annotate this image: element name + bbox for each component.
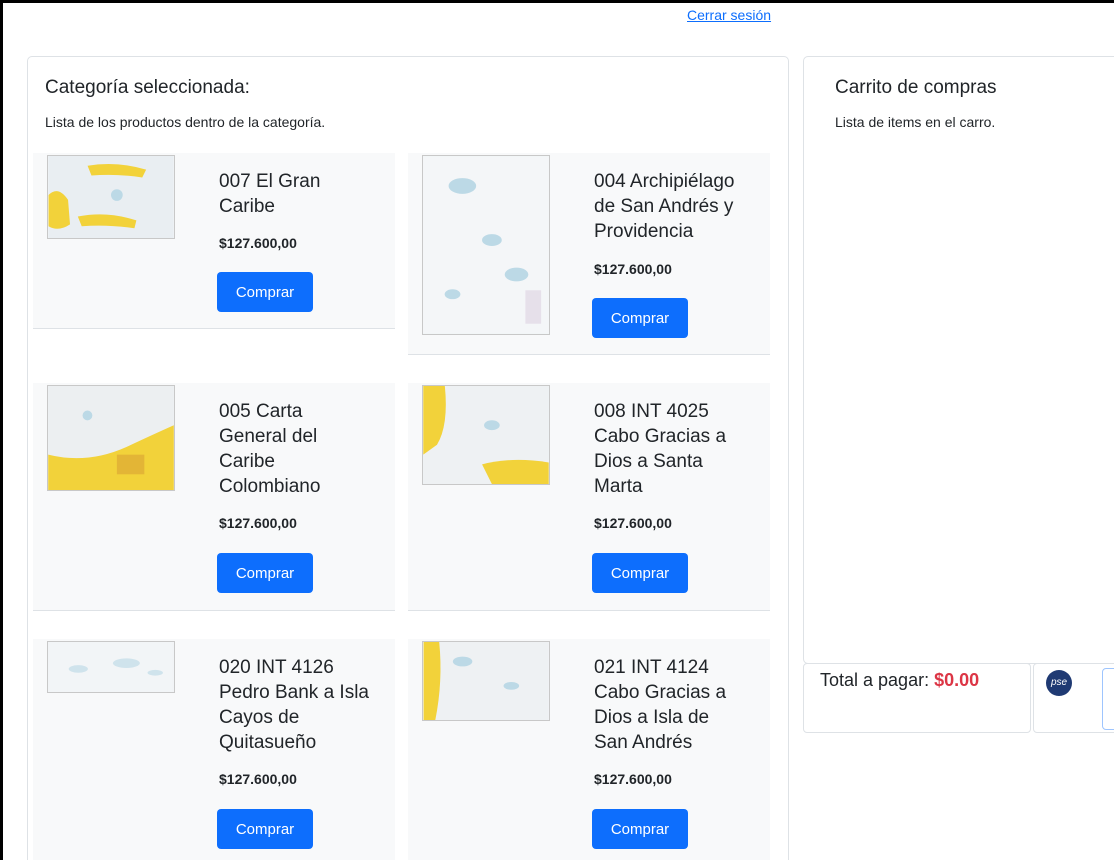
product-price: $127.600,00 — [594, 771, 672, 787]
product-card: 008 INT 4025 Cabo Gracias a Dios a Santa… — [408, 383, 770, 611]
product-image[interactable] — [422, 155, 550, 335]
product-price: $127.600,00 — [219, 515, 297, 531]
nautical-chart-image — [423, 642, 549, 720]
buy-button[interactable]: Comprar — [217, 553, 313, 593]
product-name: 007 El Gran Caribe — [219, 171, 321, 217]
total-line: Total a pagar: $0.00 — [820, 670, 979, 691]
category-subtitle: Lista de los productos dentro de la cate… — [45, 114, 326, 130]
product-image[interactable] — [47, 385, 175, 491]
total-label: Total a pagar: — [820, 670, 930, 690]
buy-button[interactable]: Comprar — [592, 298, 688, 338]
category-title: Categoría seleccionada: — [45, 77, 250, 98]
product-card: 007 El Gran Caribe $127.600,00 Comprar — [33, 153, 395, 329]
nautical-chart-image — [423, 156, 549, 334]
buy-button[interactable]: Comprar — [592, 809, 688, 849]
product-image[interactable] — [422, 385, 550, 485]
payment-box: pse — [1033, 663, 1114, 733]
logout-link[interactable]: Cerrar sesión — [687, 7, 771, 23]
pse-logo-icon[interactable]: pse — [1046, 670, 1072, 696]
buy-button[interactable]: Comprar — [592, 553, 688, 593]
total-value: $0.00 — [934, 670, 980, 690]
product-price: $127.600,00 — [594, 261, 672, 277]
product-image[interactable] — [47, 641, 175, 693]
product-image[interactable] — [422, 641, 550, 721]
product-card: 021 INT 4124 Cabo Gracias a Dios a Isla … — [408, 639, 770, 860]
product-price: $127.600,00 — [594, 515, 672, 531]
buy-button[interactable]: Comprar — [217, 272, 313, 312]
total-box: Total a pagar: $0.00 — [803, 663, 1031, 733]
nautical-chart-image — [48, 156, 174, 238]
cart-subtitle: Lista de items en el carro. — [835, 114, 996, 130]
product-name: 020 INT 4126 Pedro Bank a Isla Cayos de … — [219, 657, 369, 753]
product-card: 004 Archipiélago de San Andrés y Provide… — [408, 153, 770, 355]
shopping-cart-panel: Carrito de compras Lista de items en el … — [803, 56, 1114, 664]
product-name: 008 INT 4025 Cabo Gracias a Dios a Santa… — [594, 401, 727, 497]
buy-button[interactable]: Comprar — [217, 809, 313, 849]
nautical-chart-image — [48, 386, 174, 490]
product-image[interactable] — [47, 155, 175, 239]
product-name: 021 INT 4124 Cabo Gracias a Dios a Isla … — [594, 657, 727, 753]
product-card: 005 Carta General del Caribe Colombiano … — [33, 383, 395, 611]
product-card: 020 INT 4126 Pedro Bank a Isla Cayos de … — [33, 639, 395, 860]
pay-button-fragment[interactable] — [1102, 668, 1114, 730]
cart-title: Carrito de compras — [835, 77, 997, 98]
product-name: 005 Carta General del Caribe Colombiano — [219, 401, 321, 497]
nautical-chart-image — [423, 386, 549, 484]
product-name: 004 Archipiélago de San Andrés y Provide… — [594, 171, 735, 242]
product-price: $127.600,00 — [219, 771, 297, 787]
product-price: $127.600,00 — [219, 235, 297, 251]
nautical-chart-image — [49, 642, 173, 692]
